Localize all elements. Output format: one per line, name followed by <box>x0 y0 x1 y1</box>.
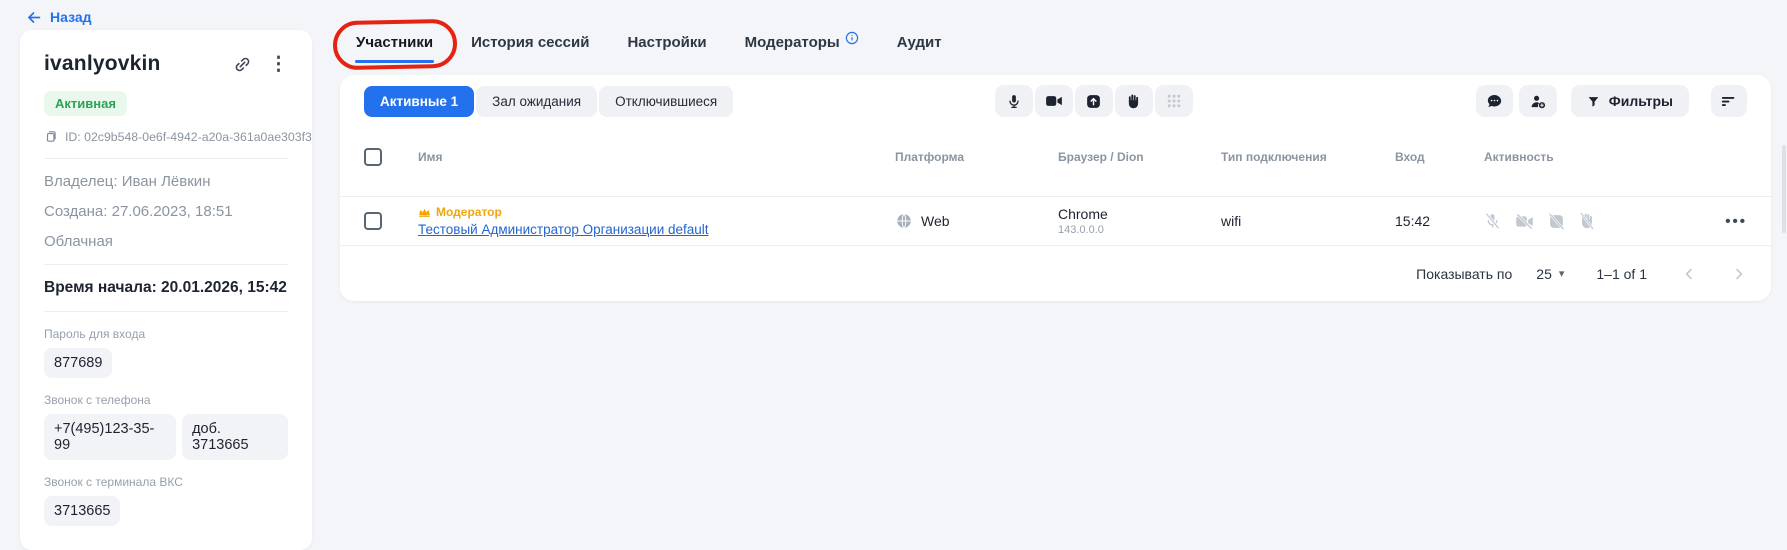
table-tools-group: Фильтры <box>1475 85 1747 117</box>
session-info-card: ivanlyovkin ⋮ Активная ID: 02c9b548-0e6f… <box>20 30 312 550</box>
column-header-platform: Платформа <box>895 149 965 164</box>
connection-type: wifi <box>1221 213 1242 229</box>
phone-number: +7(495)123-35-99 <box>44 414 177 460</box>
session-start-time: Время начала: 20.01.2026, 15:42 <box>44 279 287 296</box>
column-header-connection: Тип подключения <box>1221 149 1327 164</box>
session-owner: Владелец: Иван Лёвкин <box>44 173 211 190</box>
segment-waiting-room[interactable]: Зал ожидания <box>476 85 598 117</box>
chevron-down-icon: ▾ <box>1558 268 1565 280</box>
tab-label: Модераторы <box>744 34 840 51</box>
entry-time: 15:42 <box>1395 213 1431 229</box>
back-button[interactable]: Назад <box>26 9 92 25</box>
copy-id-icon[interactable] <box>44 129 58 144</box>
sort-lines-icon <box>1721 95 1737 108</box>
tab-session-history[interactable]: История сессий <box>471 34 589 63</box>
crown-icon <box>418 207 431 217</box>
per-page-value: 25 <box>1536 265 1552 282</box>
segment-active[interactable]: Активные 1 <box>364 85 475 117</box>
participant-name-link[interactable]: Тестовый Администратор Организации defau… <box>418 222 709 237</box>
back-label: Назад <box>50 9 92 25</box>
hand-off-icon <box>1579 212 1595 230</box>
vks-number: 3713665 <box>44 496 121 526</box>
tab-label: Настройки <box>627 34 707 51</box>
per-page-select[interactable]: 25 ▾ <box>1536 266 1564 282</box>
tab-participants[interactable]: Участники <box>354 34 435 63</box>
screen-share-icon <box>1085 93 1102 110</box>
chat-icon <box>1486 93 1503 109</box>
lower-hands-button[interactable] <box>1114 85 1153 117</box>
session-id: ID: 02c9b548-0e6f-4942-a20a-361a0ae303f3 <box>65 129 312 144</box>
session-title: ivanlyovkin <box>44 52 161 75</box>
media-controls-group <box>994 85 1193 117</box>
grid-icon <box>1166 93 1182 109</box>
kebab-menu-icon[interactable]: ⋮ <box>269 55 288 74</box>
per-page-label: Показывать по <box>1416 265 1513 282</box>
camera-icon <box>1045 94 1063 108</box>
chat-button[interactable] <box>1475 85 1513 117</box>
participant-role: Модератор <box>436 205 502 219</box>
browser-version: 143.0.0.0 <box>1058 224 1104 236</box>
tab-bar: Участники История сессий Настройки Модер… <box>354 31 942 63</box>
participants-panel: Активные 1 Зал ожидания Отключившиеся Фи… <box>340 75 1771 301</box>
tab-settings[interactable]: Настройки <box>627 34 706 63</box>
info-icon[interactable] <box>845 31 859 45</box>
pagination-bar: Показывать по 25 ▾ 1–1 of 1 <box>340 246 1771 301</box>
password-value: 877689 <box>44 348 113 378</box>
activity-indicators <box>1484 212 1700 230</box>
copy-link-icon[interactable] <box>232 54 253 75</box>
column-header-activity: Активность <box>1484 149 1554 164</box>
vks-label: Звонок с терминала ВКС <box>44 475 183 489</box>
person-add-icon <box>1529 93 1547 110</box>
microphone-icon <box>1006 93 1022 110</box>
segment-disconnected[interactable]: Отключившиеся <box>599 85 734 117</box>
previous-page-button[interactable] <box>1681 266 1697 282</box>
participant-row: Модератор Тестовый Администратор Организ… <box>340 197 1771 246</box>
session-room-type: Облачная <box>44 233 113 250</box>
sort-button[interactable] <box>1711 85 1747 117</box>
column-header-name: Имя <box>418 149 443 164</box>
row-checkbox[interactable] <box>364 212 382 230</box>
mute-all-mic-button[interactable] <box>994 85 1033 117</box>
tab-label: Аудит <box>896 34 942 51</box>
raised-hand-icon <box>1126 93 1141 110</box>
session-created: Создана: 27.06.2023, 18:51 <box>44 203 233 220</box>
status-badge: Активная <box>44 91 127 116</box>
pagination-range: 1–1 of 1 <box>1596 265 1647 282</box>
funnel-icon <box>1587 95 1600 108</box>
screen-share-off-icon <box>1548 212 1565 230</box>
add-participant-button[interactable] <box>1518 85 1557 117</box>
grid-view-button[interactable] <box>1154 85 1193 117</box>
divider <box>44 264 288 265</box>
phone-label: Звонок с телефона <box>44 393 151 407</box>
table-header-row: Имя Платформа Браузер / Dion Тип подключ… <box>340 117 1771 197</box>
column-header-entry: Вход <box>1395 149 1425 164</box>
screen-share-button[interactable] <box>1074 85 1113 117</box>
tab-moderators[interactable]: Модераторы <box>744 31 859 63</box>
column-header-browser: Браузер / Dion <box>1058 149 1144 164</box>
participant-state-filter: Активные 1 Зал ожидания Отключившиеся <box>364 85 734 117</box>
tab-audit[interactable]: Аудит <box>897 34 942 63</box>
select-all-checkbox[interactable] <box>364 147 382 166</box>
globe-icon <box>895 212 913 230</box>
phone-extension: доб. 3713665 <box>182 414 288 460</box>
password-label: Пароль для входа <box>44 327 146 341</box>
disable-all-camera-button[interactable] <box>1034 85 1073 117</box>
browser-name: Chrome <box>1058 206 1108 222</box>
row-actions-menu[interactable]: ••• <box>1725 213 1747 230</box>
next-page-button[interactable] <box>1731 266 1747 282</box>
mic-off-icon <box>1484 212 1501 230</box>
filters-label: Фильтры <box>1608 93 1673 109</box>
tab-label: Участники <box>356 34 434 51</box>
back-arrow-icon <box>26 10 41 25</box>
scrollbar[interactable] <box>1782 145 1786 233</box>
divider <box>44 311 288 312</box>
divider <box>44 158 288 159</box>
camera-off-icon <box>1515 213 1534 229</box>
tab-label: История сессий <box>471 34 590 51</box>
platform-value: Web <box>921 213 950 229</box>
filters-button[interactable]: Фильтры <box>1570 85 1689 117</box>
